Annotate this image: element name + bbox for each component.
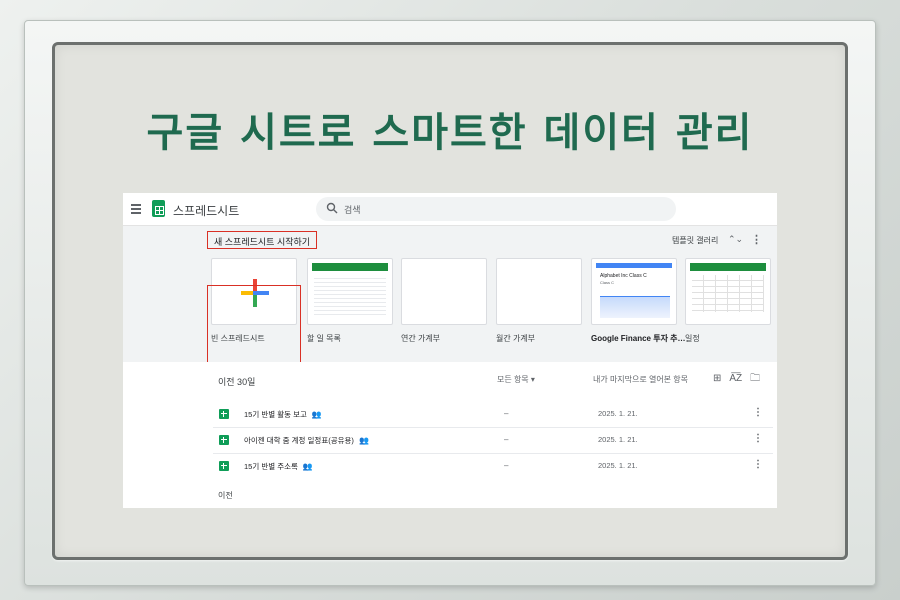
template-gallery-button[interactable]: 템플릿 갤러리	[672, 235, 718, 246]
search-placeholder: 검색	[344, 205, 361, 215]
file-date: 2025. 1. 21.	[598, 409, 638, 418]
template-thumbnail[interactable]	[496, 258, 582, 325]
sheets-screenshot: 스프레드시트 검색 새 스프레드시트 시작하기 템플릿 갤러리 ⌃⌄ ⋮ 빈 스…	[123, 193, 777, 508]
recent-title: 이전 30일	[218, 377, 256, 387]
template-thumbnail[interactable]	[307, 258, 393, 325]
file-more-icon[interactable]: ⋮	[753, 433, 763, 444]
file-row[interactable]: 15기 반별 주소록 👥 – 2025. 1. 21. ⋮	[123, 454, 777, 479]
app-title: 스프레드시트	[173, 204, 240, 218]
template-name: Google Finance 투자 추…	[591, 334, 686, 343]
thumb-grid	[692, 275, 764, 312]
sheets-file-icon	[219, 435, 229, 445]
search-input[interactable]: 검색	[316, 197, 676, 221]
file-owner: –	[504, 435, 509, 444]
template-gallery: 새 스프레드시트 시작하기 템플릿 갤러리 ⌃⌄ ⋮ 빈 스프레드시트 할 일 …	[123, 226, 777, 381]
template-name: 일정	[685, 334, 700, 343]
template-annual-budget[interactable]: 연간 가계부	[401, 258, 487, 344]
start-new-label: 새 스프레드시트 시작하기	[207, 231, 318, 249]
hamburger-menu-icon[interactable]	[131, 204, 141, 214]
file-owner: –	[504, 409, 509, 418]
template-monthly-budget[interactable]: 월간 가계부	[496, 258, 582, 344]
sheets-file-icon	[219, 461, 229, 471]
thumb-lines	[314, 275, 386, 318]
file-date: 2025. 1. 21.	[598, 435, 638, 444]
thumb-header	[312, 263, 388, 271]
file-row[interactable]: 아이젠 대학 줌 계정 일정표(공유용) 👥 – 2025. 1. 21. ⋮	[123, 428, 777, 453]
earlier-section-label: 이전	[218, 491, 233, 500]
file-more-icon[interactable]: ⋮	[753, 407, 763, 418]
template-schedule[interactable]: 일정	[685, 258, 771, 344]
template-thumbnail[interactable]	[685, 258, 771, 325]
template-name: 할 일 목록	[307, 334, 341, 343]
sort-dropdown[interactable]: 내가 마지막으로 열어본 항목	[593, 374, 688, 385]
file-name: 15기 반별 주소록	[244, 462, 298, 471]
app-bar: 스프레드시트 검색	[123, 193, 777, 226]
headline: 구글 시트로 스마트한 데이터 관리	[146, 110, 754, 156]
sort-az-icon[interactable]: A͞Z	[729, 373, 742, 384]
file-name: 아이젠 대학 줌 계정 일정표(공유용)	[244, 436, 354, 445]
template-name: 연간 가계부	[401, 334, 441, 343]
file-date: 2025. 1. 21.	[598, 461, 638, 470]
folder-icon[interactable]: 🗀	[750, 373, 760, 384]
file-more-icon[interactable]: ⋮	[753, 459, 763, 470]
sheets-logo-icon[interactable]	[152, 200, 165, 217]
shared-icon: 👥	[358, 436, 369, 445]
template-name: 월간 가계부	[496, 334, 536, 343]
thumb-header	[596, 263, 672, 268]
owner-filter-dropdown[interactable]: 모든 항목 ▾	[497, 374, 535, 385]
more-options-icon[interactable]: ⋮	[751, 233, 762, 246]
thumb-subtitle: Class C	[600, 280, 615, 285]
expand-collapse-icon[interactable]: ⌃⌄	[728, 234, 743, 245]
thumb-title: Alphabet Inc Class C	[600, 273, 647, 279]
thumb-chart	[600, 296, 670, 318]
template-thumbnail[interactable]	[401, 258, 487, 325]
file-row[interactable]: 15기 반별 활동 보고 👥 – 2025. 1. 21. ⋮	[123, 402, 777, 427]
shared-icon: 👥	[302, 462, 313, 471]
sheets-file-icon	[219, 409, 229, 419]
template-google-finance[interactable]: Alphabet Inc Class C Class C Google Fina…	[591, 258, 686, 344]
thumb-header	[690, 263, 766, 271]
view-controls: ⊞ A͞Z 🗀	[713, 371, 768, 388]
shared-icon: 👥	[311, 410, 322, 419]
template-thumbnail[interactable]: Alphabet Inc Class C Class C	[591, 258, 677, 325]
file-name: 15기 반별 활동 보고	[244, 410, 307, 419]
search-icon	[326, 202, 338, 214]
template-todo[interactable]: 할 일 목록	[307, 258, 393, 344]
grid-view-icon[interactable]: ⊞	[713, 373, 721, 384]
file-owner: –	[504, 461, 509, 470]
